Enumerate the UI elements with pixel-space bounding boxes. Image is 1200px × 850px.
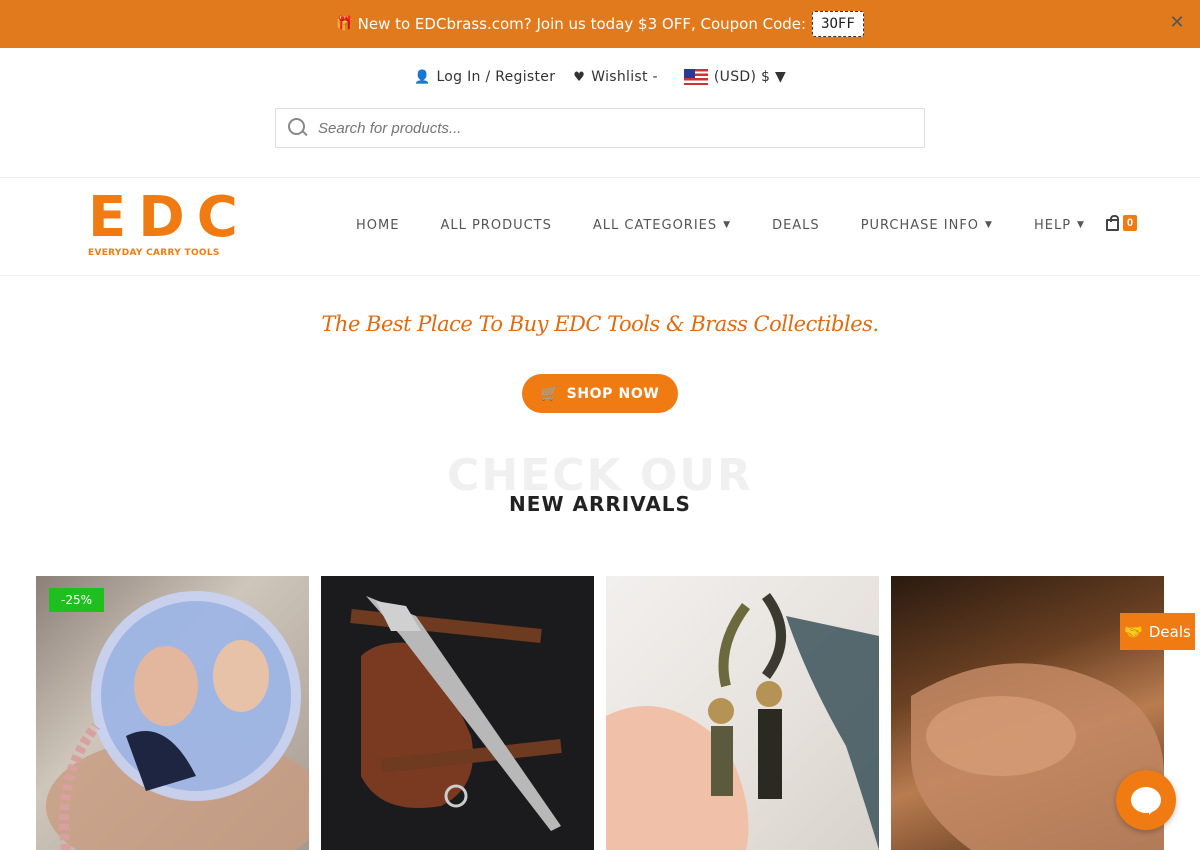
shop-now-button[interactable]: 🛒 SHOP NOW bbox=[522, 374, 678, 413]
divider bbox=[0, 275, 1200, 276]
product-card[interactable] bbox=[321, 576, 594, 850]
gift-icon: 🎁 bbox=[336, 16, 354, 32]
cart-button[interactable]: 0 bbox=[1106, 215, 1138, 231]
shopping-bag-icon bbox=[1106, 215, 1119, 231]
us-flag-icon bbox=[683, 69, 708, 85]
nav-help[interactable]: HELP ▼ bbox=[1034, 218, 1085, 233]
heart-icon: ♥ bbox=[573, 69, 586, 85]
user-icon: 👤 bbox=[413, 69, 431, 85]
close-icon[interactable]: ✕ bbox=[1166, 12, 1188, 34]
product-image-crystal-ball bbox=[46, 591, 309, 850]
search-input[interactable] bbox=[318, 119, 878, 137]
nav-all-categories[interactable]: ALL CATEGORIES ▼ bbox=[593, 218, 731, 233]
handshake-icon: 🤝 bbox=[1124, 622, 1143, 641]
nav-all-products[interactable]: ALL PRODUCTS bbox=[440, 218, 551, 233]
promo-bar: 🎁 New to EDCbrass.com? Join us today $3 … bbox=[0, 0, 1200, 48]
product-card[interactable] bbox=[606, 576, 879, 850]
nav-home[interactable]: HOME bbox=[356, 218, 399, 233]
product-image-hidden-blade bbox=[350, 596, 562, 831]
logo-main: EDC bbox=[88, 185, 250, 250]
floating-deals-button[interactable]: 🤝 Deals bbox=[1120, 613, 1195, 650]
main-nav: HOME ALL PRODUCTS ALL CATEGORIES ▼ DEALS … bbox=[356, 210, 1126, 240]
shop-now-label: SHOP NOW bbox=[566, 385, 660, 402]
product-image-skeleton-keychain bbox=[606, 593, 879, 850]
product-card[interactable]: -25% bbox=[36, 576, 309, 850]
cart-icon: 🛒 bbox=[540, 385, 559, 402]
section-title: NEW ARRIVALS bbox=[509, 492, 691, 516]
hero-tagline: The Best Place To Buy EDC Tools & Brass … bbox=[321, 312, 879, 336]
currency-label: (USD) $ ▼ bbox=[713, 69, 787, 85]
cart-count-badge: 0 bbox=[1123, 215, 1138, 231]
wishlist-label: Wishlist - bbox=[591, 69, 658, 85]
promo-text: New to EDCbrass.com? Join us today $3 OF… bbox=[357, 15, 807, 33]
coupon-code[interactable]: 3OFF bbox=[812, 11, 864, 37]
login-link[interactable]: 👤 Log In / Register bbox=[414, 69, 555, 85]
login-label: Log In / Register bbox=[436, 69, 556, 85]
nav-deals[interactable]: DEALS bbox=[772, 218, 820, 233]
chevron-down-icon: ▼ bbox=[985, 220, 993, 230]
top-links: 👤 Log In / Register ♥ Wishlist - (USD) $… bbox=[0, 64, 1200, 90]
nav-purchase-info[interactable]: PURCHASE INFO ▼ bbox=[861, 218, 993, 233]
chevron-down-icon: ▼ bbox=[1077, 220, 1085, 230]
chat-button[interactable] bbox=[1116, 770, 1176, 830]
site-logo[interactable]: EDC EVERYDAY CARRY TOOLS bbox=[88, 185, 250, 265]
deals-label: Deals bbox=[1148, 622, 1191, 641]
currency-selector[interactable]: (USD) $ ▼ bbox=[683, 69, 787, 85]
search-bar bbox=[275, 108, 925, 148]
search-icon[interactable] bbox=[288, 118, 308, 138]
chat-bubble-icon bbox=[1131, 787, 1161, 815]
wishlist-link[interactable]: ♥ Wishlist - bbox=[573, 69, 658, 85]
divider bbox=[0, 177, 1200, 178]
logo-subtitle: EVERYDAY CARRY TOOLS bbox=[88, 248, 220, 258]
chevron-down-icon: ▼ bbox=[723, 220, 732, 230]
